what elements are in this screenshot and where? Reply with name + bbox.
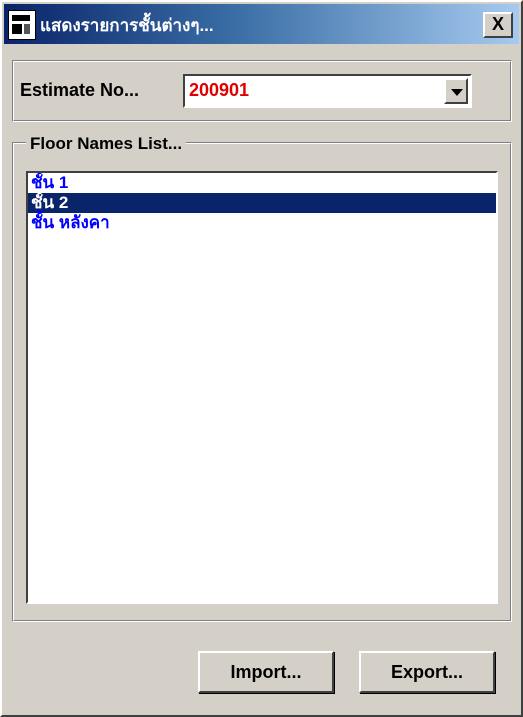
close-button[interactable]: X <box>483 12 513 38</box>
floor-names-caption: Floor Names List... <box>26 134 187 154</box>
app-icon <box>8 10 36 40</box>
dialog-window: แสดงรายการชั้นต่างๆ... X Estimate No... … <box>0 0 523 717</box>
close-icon: X <box>491 14 504 34</box>
estimate-value: 200901 <box>189 80 250 100</box>
title-bar[interactable]: แสดงรายการชั้นต่างๆ... X <box>4 4 519 44</box>
list-item[interactable]: ชั้น หลังคา <box>28 213 496 233</box>
list-item-selected[interactable]: ชั้น 2 <box>28 193 496 213</box>
export-button[interactable]: Export... <box>359 651 495 693</box>
window-title: แสดงรายการชั้นต่างๆ... <box>40 16 214 35</box>
floor-names-list[interactable]: ชั้น 1 ชั้น 2 ชั้น หลังคา <box>26 171 498 604</box>
list-item[interactable]: ชั้น 1 <box>28 173 496 193</box>
chevron-down-icon <box>451 89 463 96</box>
import-button[interactable]: Import... <box>198 651 334 693</box>
dropdown-button[interactable] <box>444 78 468 104</box>
estimate-select[interactable]: 200901 <box>183 74 472 108</box>
estimate-label: Estimate No... <box>20 80 140 100</box>
